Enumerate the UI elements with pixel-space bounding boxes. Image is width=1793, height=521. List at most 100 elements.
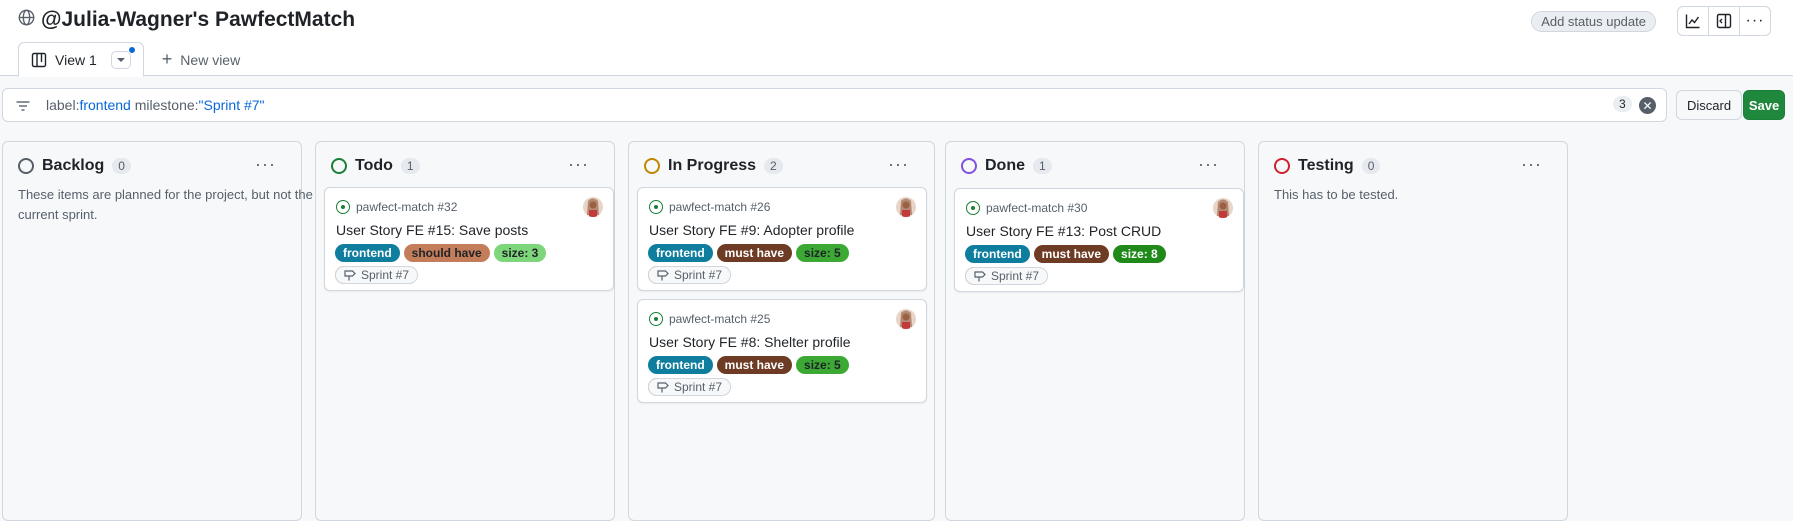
issue-opened-icon [336, 200, 350, 214]
column-header: Done 1 [961, 157, 1052, 175]
insights-button[interactable] [1677, 6, 1709, 36]
plus-icon: + [161, 49, 173, 69]
column-title: Done [985, 157, 1025, 174]
label-must-have[interactable]: must have [1033, 245, 1110, 263]
tab-view-1[interactable]: View 1 [18, 42, 144, 77]
issue-opened-icon [649, 312, 663, 326]
issue-reference: pawfect-match #32 [336, 200, 457, 214]
column-count: 0 [1361, 158, 1381, 174]
label-size-5[interactable]: size: 5 [796, 244, 849, 262]
issue-opened-icon [966, 201, 980, 215]
column-backlog: Backlog 0 ··· These items are planned fo… [2, 141, 313, 521]
status-circle-icon [1274, 158, 1290, 174]
new-view-label: New view [180, 51, 241, 68]
column-menu-button[interactable]: ··· [568, 154, 589, 175]
column-count: 0 [112, 158, 131, 174]
item-card[interactable]: pawfect-match #26 User Story FE #9: Adop… [637, 187, 927, 291]
project-header: @Julia-Wagner's PawfectMatch Add status … [0, 0, 1793, 77]
label-must-have[interactable]: must have [716, 244, 793, 262]
save-button[interactable]: Save [1743, 90, 1785, 120]
column-menu-button[interactable]: ··· [888, 154, 909, 175]
item-card[interactable]: pawfect-match #25 User Story FE #8: Shel… [637, 299, 927, 403]
milestone-icon [974, 271, 986, 282]
discard-button[interactable]: Discard [1676, 90, 1743, 120]
view-tabs: View 1 + New view [18, 42, 258, 77]
add-status-update-button[interactable]: Add status update [1531, 10, 1656, 32]
milestone-token[interactable]: Sprint #7 [335, 266, 419, 284]
unsaved-changes-dot [127, 45, 136, 54]
milestone-label: Sprint #7 [674, 268, 723, 282]
more-options-button[interactable]: ··· [1739, 6, 1771, 36]
column-count: 2 [764, 158, 783, 174]
column-menu-button[interactable]: ··· [255, 154, 276, 175]
graph-icon [1685, 14, 1700, 29]
assignee-avatar[interactable] [1213, 198, 1233, 218]
triangle-down-icon [116, 57, 125, 62]
label-size-8[interactable]: size: 8 [1113, 245, 1166, 263]
label-frontend[interactable]: frontend [965, 245, 1030, 263]
milestone-icon [657, 382, 669, 393]
issue-ref-text: pawfect-match #32 [356, 200, 458, 214]
milestone-icon [657, 270, 669, 281]
card-title-link[interactable]: User Story FE #9: Adopter profile [649, 222, 854, 238]
column-count: 1 [400, 158, 420, 174]
column-header: Todo 1 [331, 157, 420, 175]
status-circle-icon [961, 158, 977, 174]
column-menu-button[interactable]: ··· [1521, 154, 1542, 175]
issue-ref-text: pawfect-match #26 [669, 200, 771, 214]
label-size-5[interactable]: size: 5 [796, 356, 849, 374]
column-header: Testing 0 [1274, 157, 1381, 175]
filter-input[interactable]: label:frontend milestone:"Sprint #7" 3 ✕ [2, 88, 1667, 122]
side-panel-button[interactable] [1708, 6, 1740, 36]
filter-icon [16, 101, 30, 111]
column-done: Done 1 ··· This has been completed pawfe… [945, 141, 1245, 521]
column-title: Testing [1298, 157, 1354, 174]
item-card[interactable]: pawfect-match #30 User Story FE #13: Pos… [954, 188, 1244, 292]
milestone-token[interactable]: Sprint #7 [965, 267, 1049, 285]
milestone-label: Sprint #7 [361, 268, 410, 282]
label-frontend[interactable]: frontend [335, 244, 400, 262]
sidebar-icon [1716, 13, 1732, 29]
filter-bar: label:frontend milestone:"Sprint #7" 3 ✕… [2, 88, 1791, 122]
column-title: Backlog [42, 157, 105, 174]
issue-ref-text: pawfect-match #25 [669, 312, 771, 326]
assignee-avatar[interactable] [896, 309, 916, 329]
status-circle-icon [18, 158, 34, 174]
column-description: These items are planned for the project,… [18, 187, 313, 222]
label-frontend[interactable]: frontend [648, 356, 713, 374]
issue-ref-text: pawfect-match #30 [986, 201, 1088, 215]
board-icon [31, 52, 47, 67]
assignee-avatar[interactable] [896, 197, 916, 217]
column-in-progress: In Progress 2 ··· This is actively being… [628, 141, 935, 521]
filter-query: label:frontend milestone:"Sprint #7" [46, 97, 265, 113]
issue-reference: pawfect-match #30 [966, 201, 1087, 215]
card-title-link[interactable]: User Story FE #8: Shelter profile [649, 334, 851, 350]
milestone-icon [344, 270, 356, 281]
column-description: This has to be tested. [1274, 187, 1399, 202]
clear-filter-icon[interactable]: ✕ [1639, 97, 1656, 114]
column-title: Todo [355, 157, 393, 174]
card-title-link[interactable]: User Story FE #13: Post CRUD [966, 223, 1161, 239]
label-size-3[interactable]: size: 3 [493, 244, 547, 262]
tab-label: View 1 [55, 51, 97, 68]
project-title[interactable]: @Julia-Wagner's PawfectMatch [41, 8, 355, 32]
result-count-badge: 3 [1613, 96, 1632, 112]
milestone-token[interactable]: Sprint #7 [648, 266, 732, 284]
issue-reference: pawfect-match #26 [649, 200, 770, 214]
column-title: In Progress [668, 157, 757, 174]
card-title-link[interactable]: User Story FE #15: Save posts [336, 222, 528, 238]
view-options-dropdown[interactable] [110, 45, 136, 69]
globe-icon [18, 9, 35, 31]
column-menu-button[interactable]: ··· [1198, 154, 1219, 175]
column-count: 1 [1033, 158, 1052, 174]
label-must-have[interactable]: must have [716, 356, 793, 374]
status-circle-icon [331, 158, 347, 174]
column-header: In Progress 2 [644, 157, 783, 175]
label-frontend[interactable]: frontend [648, 244, 713, 262]
assignee-avatar[interactable] [583, 197, 603, 217]
column-testing: Testing 0 ··· This has to be tested. [1258, 141, 1568, 521]
milestone-token[interactable]: Sprint #7 [648, 378, 732, 396]
item-card[interactable]: pawfect-match #32 User Story FE #15: Sav… [324, 187, 614, 291]
label-should-have[interactable]: should have [403, 244, 490, 262]
new-view-button[interactable]: + New view [144, 42, 258, 77]
